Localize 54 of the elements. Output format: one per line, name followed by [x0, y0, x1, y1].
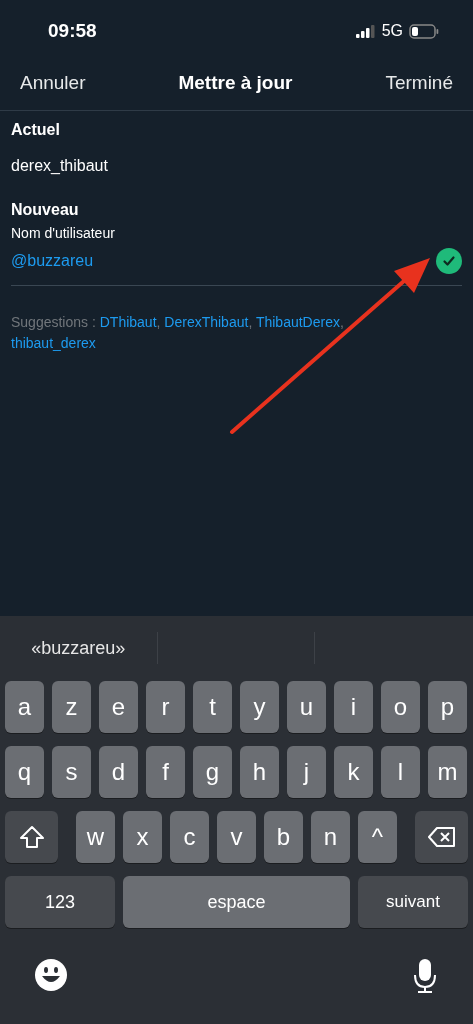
numbers-key[interactable]: 123	[5, 876, 115, 928]
screen-title: Mettre à jour	[178, 72, 293, 94]
key[interactable]: m	[428, 746, 467, 798]
key[interactable]: r	[146, 681, 185, 733]
prediction[interactable]: «buzzareu»	[31, 637, 126, 659]
cancel-button[interactable]: Annuler	[20, 72, 86, 94]
key[interactable]: y	[240, 681, 279, 733]
key[interactable]: o	[381, 681, 420, 733]
key[interactable]: t	[193, 681, 232, 733]
suggestion-link[interactable]: DThibaut	[99, 314, 157, 330]
current-username: derex_thibaut	[11, 157, 108, 175]
key[interactable]: l	[381, 746, 420, 798]
key[interactable]: q	[5, 746, 44, 798]
key[interactable]: v	[217, 811, 256, 863]
key[interactable]: n	[311, 811, 350, 863]
key[interactable]: j	[287, 746, 326, 798]
key[interactable]: p	[428, 681, 467, 733]
key[interactable]: s	[52, 746, 91, 798]
key[interactable]: c	[170, 811, 209, 863]
space-key[interactable]: espace	[123, 876, 350, 928]
next-key[interactable]: suivant	[358, 876, 468, 928]
network-label: 5G	[381, 22, 403, 40]
battery-icon	[409, 23, 439, 39]
key[interactable]: u	[287, 681, 326, 733]
key[interactable]: ^	[358, 811, 397, 863]
emoji-button[interactable]	[34, 958, 68, 994]
section-heading: Actuel	[11, 121, 60, 139]
shift-icon	[18, 825, 45, 849]
key[interactable]: i	[334, 681, 373, 733]
suggestion-link[interactable]: thibaut_derex	[11, 335, 96, 351]
section-heading: Nouveau	[11, 201, 79, 219]
key[interactable]: w	[76, 811, 115, 863]
key[interactable]: b	[264, 811, 303, 863]
key[interactable]: z	[52, 681, 91, 733]
clock: 09:58	[48, 20, 97, 42]
key[interactable]: k	[334, 746, 373, 798]
done-button[interactable]: Terminé	[385, 72, 453, 94]
shift-key[interactable]	[5, 811, 58, 863]
delete-key[interactable]	[415, 811, 468, 863]
key[interactable]: e	[99, 681, 138, 733]
key[interactable]: a	[5, 681, 44, 733]
key[interactable]: g	[193, 746, 232, 798]
microphone-button[interactable]	[413, 958, 437, 994]
backspace-icon	[427, 827, 456, 847]
signal-icon	[355, 24, 376, 38]
microphone-icon	[413, 958, 437, 994]
key[interactable]: h	[240, 746, 279, 798]
suggestion-link[interactable]: ThibautDerex	[255, 314, 340, 330]
smiley-icon	[34, 958, 68, 992]
field-label: Nom d'utilisateur	[11, 225, 115, 241]
key[interactable]: d	[99, 746, 138, 798]
key[interactable]: f	[146, 746, 185, 798]
suggestions-text: Suggestions : DThibaut, DerexThibaut, ThibautDerex, thibaut_derex	[11, 313, 345, 353]
key[interactable]: x	[123, 811, 162, 863]
